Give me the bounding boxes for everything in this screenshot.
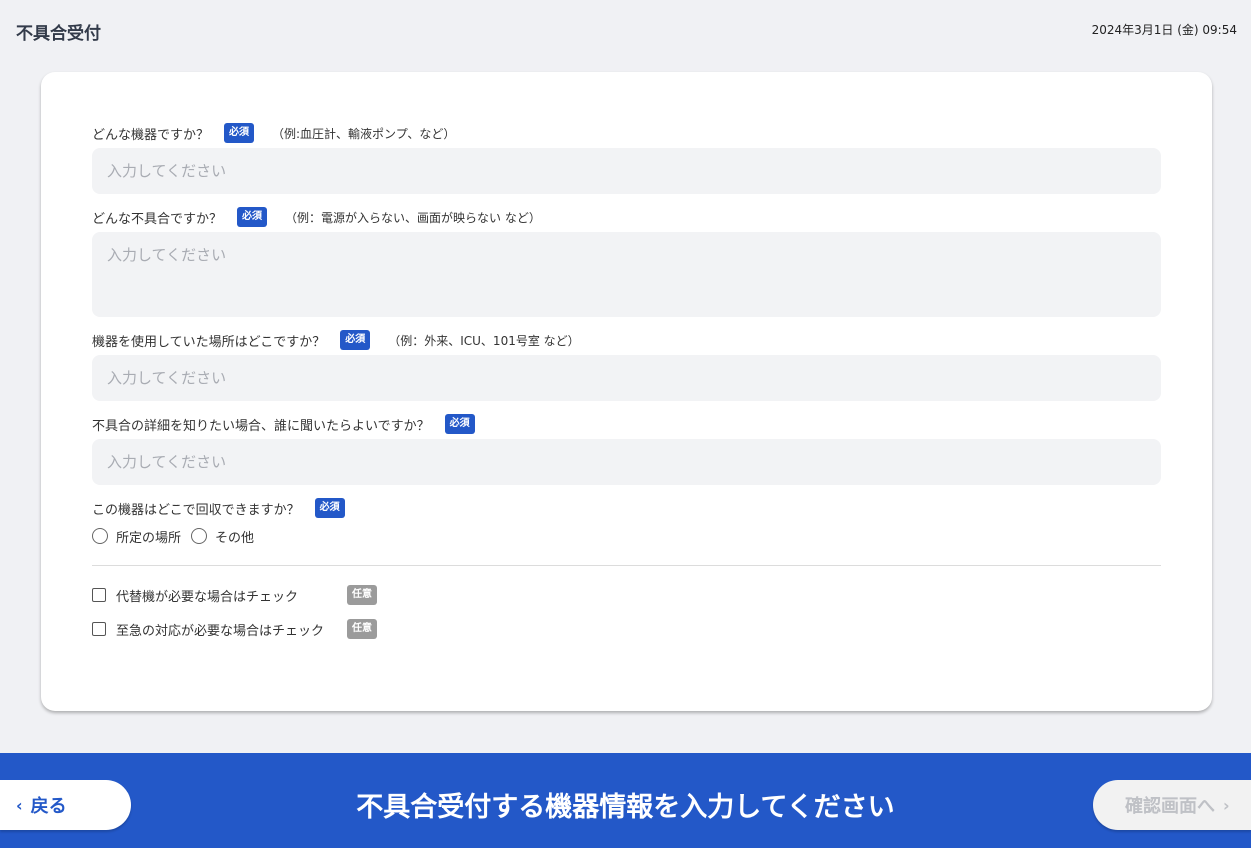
substitute-label: 代替機が必要な場合はチェック xyxy=(116,589,299,605)
radio-designated-place-label: 所定の場所 xyxy=(116,530,182,546)
optional-badge: 任意 xyxy=(347,619,377,639)
divider xyxy=(92,565,1161,566)
field-contact-label-row: 不具合の詳細を知りたい場合、誰に聞いたらよいですか？ 必須 xyxy=(92,413,1161,435)
field-problem: どんな不具合ですか？ 必須 （例：電源が入らない、画面が映らない など） xyxy=(92,206,1161,317)
field-contact: 不具合の詳細を知りたい場合、誰に聞いたらよいですか？ 必須 xyxy=(92,413,1161,485)
page-title: 不具合受付 xyxy=(16,24,101,44)
confirm-button-label: 確認画面へ xyxy=(1125,796,1215,817)
back-button-label: 戻る xyxy=(30,796,67,817)
field-device: どんな機器ですか？ 必須 （例:血圧計、輸液ポンプ、など） xyxy=(92,122,1161,194)
required-badge: 必須 xyxy=(444,414,475,434)
urgent-label: 至急の対応が必要な場合はチェック xyxy=(116,623,325,639)
location-input[interactable] xyxy=(92,355,1161,401)
footer-message: 不具合受付する機器情報を入力してください xyxy=(356,792,895,823)
radio-designated-place[interactable]: 所定の場所 xyxy=(92,527,181,546)
field-contact-label: 不具合の詳細を知りたい場合、誰に聞いたらよいですか？ xyxy=(92,418,430,434)
check-substitute[interactable]: 代替機が必要な場合はチェック 任意 xyxy=(92,584,377,606)
chevron-left-icon: ‹ xyxy=(16,795,23,815)
check-urgent[interactable]: 至急の対応が必要な場合はチェック 任意 xyxy=(92,618,377,640)
substitute-checkbox[interactable] xyxy=(92,588,106,602)
field-location-label-row: 機器を使用していた場所はどこですか？ 必須 （例：外来、ICU、101号室 など… xyxy=(92,329,1161,351)
field-location-example: （例：外来、ICU、101号室 など） xyxy=(388,333,580,348)
header: 不具合受付 2024年3月1日 (金) 09:54 xyxy=(0,0,1251,62)
contact-input[interactable] xyxy=(92,439,1161,485)
back-button[interactable]: ‹ 戻る xyxy=(0,780,131,830)
field-problem-label-row: どんな不具合ですか？ 必須 （例：電源が入らない、画面が映らない など） xyxy=(92,206,1161,228)
required-badge: 必須 xyxy=(224,123,255,143)
device-input[interactable] xyxy=(92,148,1161,194)
required-badge: 必須 xyxy=(314,498,345,518)
field-problem-label: どんな不具合ですか？ xyxy=(92,211,223,227)
pickup-radio-group: 所定の場所 その他 xyxy=(92,525,1161,547)
field-location: 機器を使用していた場所はどこですか？ 必須 （例：外来、ICU、101号室 など… xyxy=(92,329,1161,401)
footer-bar: 不具合受付する機器情報を入力してください ‹ 戻る 確認画面へ › xyxy=(0,753,1251,848)
field-device-example: （例:血圧計、輸液ポンプ、など） xyxy=(272,126,456,141)
field-pickup-label: この機器はどこで回収できますか？ xyxy=(92,502,300,518)
radio-circle-icon[interactable] xyxy=(191,528,208,544)
urgent-checkbox[interactable] xyxy=(92,622,106,636)
field-device-label-row: どんな機器ですか？ 必須 （例:血圧計、輸液ポンプ、など） xyxy=(92,122,1161,144)
confirm-button[interactable]: 確認画面へ › xyxy=(1093,780,1251,830)
required-badge: 必須 xyxy=(340,330,371,350)
field-problem-example: （例：電源が入らない、画面が映らない など） xyxy=(285,210,541,225)
field-pickup: この機器はどこで回収できますか？ 必須 所定の場所 その他 xyxy=(92,497,1161,547)
field-pickup-label-row: この機器はどこで回収できますか？ 必須 xyxy=(92,497,1161,519)
datetime: 2024年3月1日 (金) 09:54 xyxy=(1091,23,1237,37)
form-card: どんな機器ですか？ 必須 （例:血圧計、輸液ポンプ、など） どんな不具合ですか？… xyxy=(41,72,1212,711)
optional-badge: 任意 xyxy=(347,585,377,605)
chevron-right-icon: › xyxy=(1223,795,1230,815)
required-badge: 必須 xyxy=(237,207,268,227)
radio-other-label: その他 xyxy=(215,530,255,546)
radio-other[interactable]: その他 xyxy=(191,527,254,546)
problem-textarea[interactable] xyxy=(92,232,1161,317)
field-device-label: どんな機器ですか？ xyxy=(92,127,210,143)
field-location-label: 機器を使用していた場所はどこですか？ xyxy=(92,334,326,350)
radio-circle-icon[interactable] xyxy=(92,528,108,544)
